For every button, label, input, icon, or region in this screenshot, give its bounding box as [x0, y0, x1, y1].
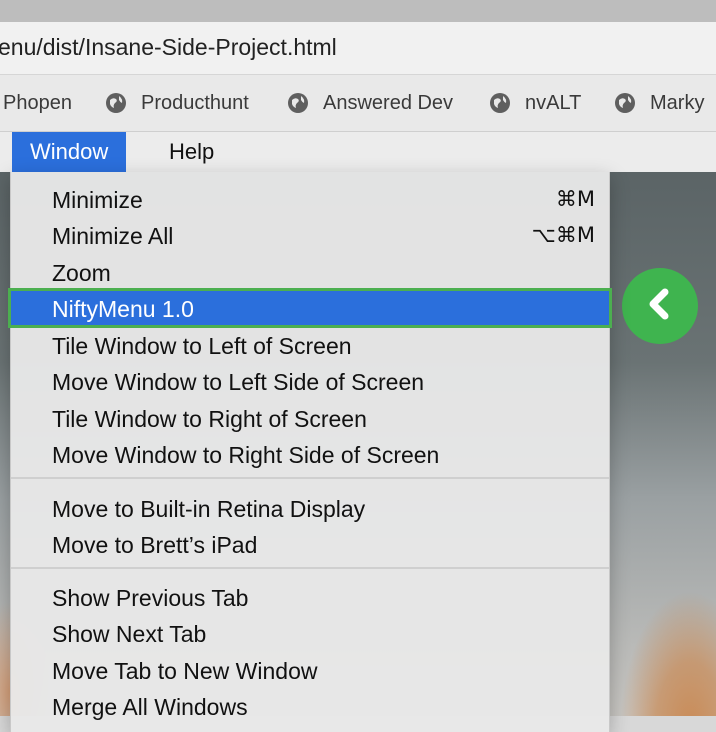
globe-icon [489, 92, 511, 114]
window-top-strip [0, 0, 716, 22]
menu-help[interactable]: Help [151, 132, 232, 172]
bookmark-nvalt[interactable]: nvALT [489, 90, 581, 116]
menu-item-move-left[interactable]: Move Window to Left Side of Screen [11, 363, 609, 399]
menu-item-merge-all-windows[interactable]: Merge All Windows [11, 688, 609, 724]
url-text: enu/dist/Insane-Side-Project.html [0, 34, 337, 60]
menu-item-move-tab-new-window[interactable]: Move Tab to New Window [11, 652, 609, 688]
menu-separator [11, 477, 609, 479]
menu-item-niftymenu[interactable]: NiftyMenu 1.0 [11, 291, 609, 325]
bookmark-producthunt[interactable]: Producthunt [105, 90, 249, 116]
address-bar[interactable]: enu/dist/Insane-Side-Project.html [0, 22, 716, 75]
bookmark-label: Answered Dev [323, 91, 454, 114]
menu-item-zoom[interactable]: Zoom [11, 254, 609, 290]
menu-item-show-previous-tab[interactable]: Show Previous Tab [11, 579, 609, 615]
bookmark-marky[interactable]: Marky [614, 90, 704, 116]
menu-window[interactable]: Window [12, 132, 127, 172]
menu-item-tile-right[interactable]: Tile Window to Right of Screen [11, 400, 609, 436]
window-menu-dropdown: Minimize ⌘M Minimize All ⌥⌘M Zoom NiftyM… [10, 172, 610, 732]
bookmark-label: Producthunt [141, 91, 249, 114]
globe-icon [105, 92, 127, 114]
chevron-left-icon [642, 286, 678, 327]
bookmark-phopen[interactable]: Phopen [3, 90, 72, 116]
back-nav-button[interactable] [622, 268, 698, 344]
menu-separator [11, 567, 609, 569]
bookmark-label: Marky [650, 91, 705, 114]
bookmark-label: nvALT [525, 91, 582, 114]
menu-item-minimize-all[interactable]: Minimize All ⌥⌘M [11, 217, 609, 253]
globe-icon [287, 92, 309, 114]
menu-item-tile-left[interactable]: Tile Window to Left of Screen [11, 327, 609, 363]
shortcut-label: ⌘M [555, 187, 595, 211]
menu-item-move-ipad[interactable]: Move to Brett’s iPad [11, 526, 609, 562]
bookmarks-bar: Phopen Producthunt Answered Dev nvALT Ma… [0, 75, 716, 132]
bookmark-label: Phopen [3, 91, 72, 114]
bookmark-answered-dev[interactable]: Answered Dev [287, 90, 453, 116]
shortcut-label: ⌥⌘M [531, 223, 595, 247]
globe-icon [614, 92, 636, 114]
menu-item-move-retina[interactable]: Move to Built-in Retina Display [11, 490, 609, 526]
menu-item-show-next-tab[interactable]: Show Next Tab [11, 615, 609, 651]
menu-item-minimize[interactable]: Minimize ⌘M [11, 181, 609, 217]
menu-bar: Window Help [0, 132, 716, 173]
menu-item-move-right[interactable]: Move Window to Right Side of Screen [11, 436, 609, 472]
